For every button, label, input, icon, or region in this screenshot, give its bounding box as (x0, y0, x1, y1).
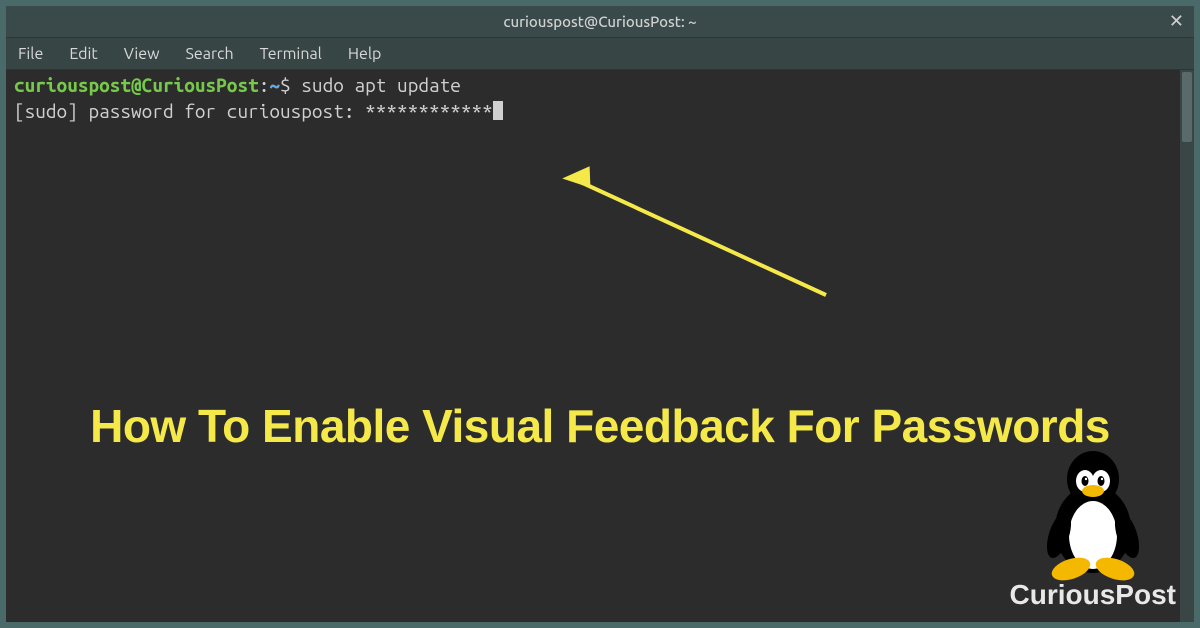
terminal-cursor (493, 101, 503, 120)
menu-view[interactable]: View (124, 45, 160, 63)
sudo-password-line: [sudo] password for curiouspost: *******… (14, 99, 1186, 125)
prompt-colon: : (259, 74, 270, 96)
password-asterisks: ************ (365, 100, 493, 122)
close-icon[interactable]: ✕ (1169, 12, 1184, 30)
menu-help[interactable]: Help (348, 45, 382, 63)
prompt-path: ~ (269, 74, 280, 96)
menu-terminal[interactable]: Terminal (260, 45, 322, 63)
arrow-annotation (546, 165, 866, 325)
scrollbar[interactable] (1180, 70, 1194, 622)
brand-name: CuriousPost (1010, 576, 1176, 614)
command-value: sudo apt update (301, 74, 461, 96)
command-text: sudo apt update (291, 74, 461, 96)
terminal-area[interactable]: curiouspost@CuriousPost:~$ sudo apt upda… (6, 70, 1194, 622)
scrollbar-thumb[interactable] (1182, 72, 1192, 142)
menu-file[interactable]: File (18, 45, 43, 63)
sudo-prompt-text: [sudo] password for curiouspost: (14, 100, 365, 122)
menu-bar: File Edit View Search Terminal Help (6, 38, 1194, 70)
prompt-line: curiouspost@CuriousPost:~$ sudo apt upda… (14, 73, 1186, 99)
brand-logo-block: CuriousPost (1010, 447, 1176, 614)
prompt-symbol: $ (280, 74, 291, 96)
tux-penguin-icon (1033, 447, 1153, 582)
menu-search[interactable]: Search (186, 45, 234, 63)
prompt-user-host: curiouspost@CuriousPost (14, 74, 259, 96)
window-titlebar: curiouspost@CuriousPost: ~ ✕ (6, 6, 1194, 38)
menu-edit[interactable]: Edit (69, 45, 97, 63)
window-title: curiouspost@CuriousPost: ~ (503, 13, 696, 30)
terminal-window: curiouspost@CuriousPost: ~ ✕ File Edit V… (0, 0, 1200, 628)
